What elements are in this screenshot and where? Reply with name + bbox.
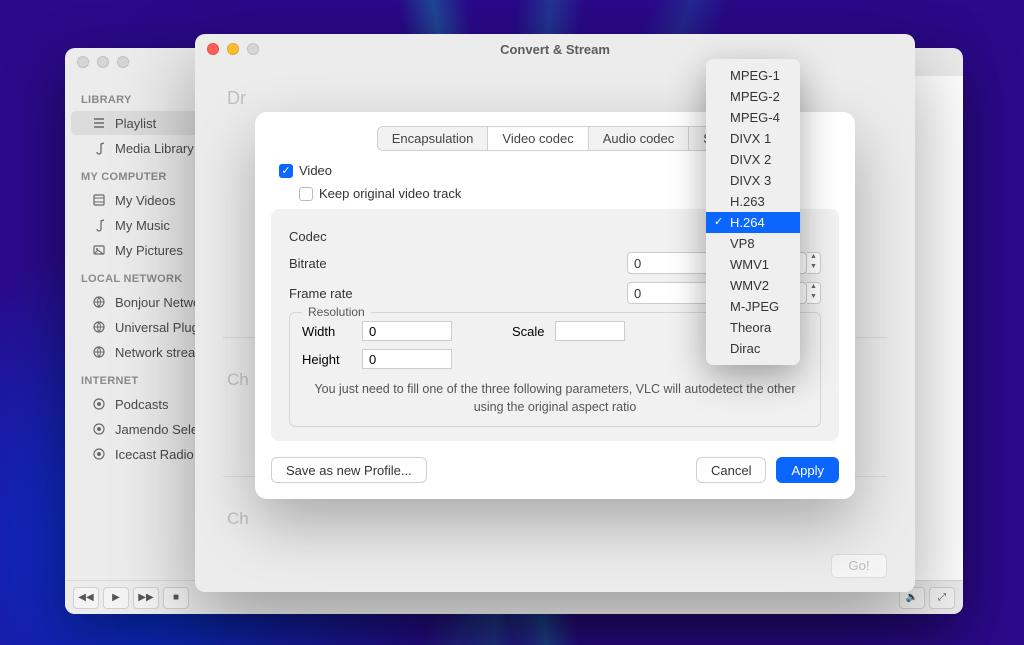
sidebar-item-label: Universal Plug — [115, 320, 199, 335]
save-profile-button[interactable]: Save as new Profile... — [271, 457, 427, 483]
minimize-icon[interactable] — [97, 56, 109, 68]
film-icon — [91, 192, 107, 208]
tab-encapsulation[interactable]: Encapsulation — [377, 126, 489, 151]
stop-button[interactable]: ■ — [163, 587, 189, 609]
bitrate-label: Bitrate — [289, 256, 379, 271]
cancel-button[interactable]: Cancel — [696, 457, 766, 483]
codec-option-divx-1[interactable]: DIVX 1 — [706, 128, 800, 149]
codec-option-label: Dirac — [730, 341, 760, 356]
go-button[interactable]: Go! — [831, 554, 887, 578]
codec-option-dirac[interactable]: Dirac — [706, 338, 800, 359]
sidebar-item-label: My Videos — [115, 193, 175, 208]
apply-button[interactable]: Apply — [776, 457, 839, 483]
globe-icon — [91, 319, 107, 335]
width-label: Width — [302, 324, 352, 339]
bitrate-stepper[interactable]: ▲▼ — [807, 252, 821, 274]
tab-audio-codec[interactable]: Audio codec — [588, 126, 690, 151]
codec-option-label: WMV1 — [730, 257, 769, 272]
sheet-titlebar: Convert & Stream — [195, 34, 915, 64]
keep-original-label: Keep original video track — [319, 186, 461, 201]
codec-option-theora[interactable]: Theora — [706, 317, 800, 338]
codec-option-label: MPEG-1 — [730, 68, 780, 83]
codec-option-label: Theora — [730, 320, 771, 335]
codec-option-divx-2[interactable]: DIVX 2 — [706, 149, 800, 170]
globe-icon — [91, 344, 107, 360]
keep-original-checkbox[interactable] — [299, 187, 313, 201]
codec-option-mpeg-2[interactable]: MPEG-2 — [706, 86, 800, 107]
framerate-label: Frame rate — [289, 286, 379, 301]
podcast-icon — [91, 421, 107, 437]
globe-icon — [91, 294, 107, 310]
framerate-stepper[interactable]: ▲▼ — [807, 282, 821, 304]
check-icon: ✓ — [714, 215, 723, 228]
codec-option-label: DIVX 1 — [730, 131, 771, 146]
scale-label: Scale — [512, 324, 545, 339]
sidebar-item-label: Media Library — [115, 141, 194, 156]
sheet-title: Convert & Stream — [195, 42, 915, 57]
codec-option-divx-3[interactable]: DIVX 3 — [706, 170, 800, 191]
codec-option-label: H.263 — [730, 194, 765, 209]
next-button[interactable]: ▶▶ — [133, 587, 159, 609]
codec-option-label: DIVX 3 — [730, 173, 771, 188]
codec-option-h-264[interactable]: ✓ H.264 — [706, 212, 800, 233]
play-button[interactable]: ▶ — [103, 587, 129, 609]
picture-icon — [91, 242, 107, 258]
sidebar-item-label: My Music — [115, 218, 170, 233]
music-note-icon — [91, 140, 107, 156]
codec-option-vp8[interactable]: VP8 — [706, 233, 800, 254]
resolution-label: Resolution — [302, 305, 371, 319]
height-label: Height — [302, 352, 352, 367]
podcast-icon — [91, 396, 107, 412]
sidebar-item-label: Playlist — [115, 116, 156, 131]
prev-button[interactable]: ◀◀ — [73, 587, 99, 609]
scale-input[interactable] — [555, 321, 625, 341]
codec-option-mpeg-1[interactable]: MPEG-1 — [706, 65, 800, 86]
codec-option-label: VP8 — [730, 236, 755, 251]
video-checkbox[interactable]: ✓ — [279, 164, 293, 178]
sidebar-item-label: My Pictures — [115, 243, 183, 258]
codec-option-wmv2[interactable]: WMV2 — [706, 275, 800, 296]
codec-option-mpeg-4[interactable]: MPEG-4 — [706, 107, 800, 128]
height-input[interactable] — [362, 349, 452, 369]
podcast-icon — [91, 446, 107, 462]
resolution-hint: You just need to fill one of the three f… — [302, 381, 808, 416]
codec-option-m-jpeg[interactable]: M-JPEG — [706, 296, 800, 317]
codec-option-wmv1[interactable]: WMV1 — [706, 254, 800, 275]
sidebar-item-label: Icecast Radio — [115, 447, 194, 462]
codec-dropdown: MPEG-1 MPEG-2 MPEG-4 DIVX 1 DIVX 2 DIVX 3 H.26… — [706, 59, 800, 365]
video-checkbox-label: Video — [299, 163, 332, 178]
codec-option-label: WMV2 — [730, 278, 769, 293]
codec-option-label: H.264 — [730, 215, 765, 230]
sidebar-item-label: Podcasts — [115, 397, 168, 412]
convert-stream-window: Convert & Stream Dr Ch Ch Go! Encapsulat… — [195, 34, 915, 592]
zoom-icon[interactable] — [117, 56, 129, 68]
fullscreen-button[interactable]: ⤢ — [929, 587, 955, 609]
codec-option-label: MPEG-4 — [730, 110, 780, 125]
codec-option-label: MPEG-2 — [730, 89, 780, 104]
music-note-icon — [91, 217, 107, 233]
codec-option-label: DIVX 2 — [730, 152, 771, 167]
choose-destination-heading: Ch — [223, 503, 887, 529]
close-icon[interactable] — [77, 56, 89, 68]
close-icon[interactable] — [207, 43, 219, 55]
codec-option-h-263[interactable]: H.263 — [706, 191, 800, 212]
list-icon — [91, 115, 107, 131]
width-input[interactable] — [362, 321, 452, 341]
codec-option-label: M-JPEG — [730, 299, 779, 314]
tab-video-codec[interactable]: Video codec — [487, 126, 588, 151]
minimize-icon[interactable] — [227, 43, 239, 55]
codec-label: Codec — [289, 229, 379, 244]
zoom-icon[interactable] — [247, 43, 259, 55]
